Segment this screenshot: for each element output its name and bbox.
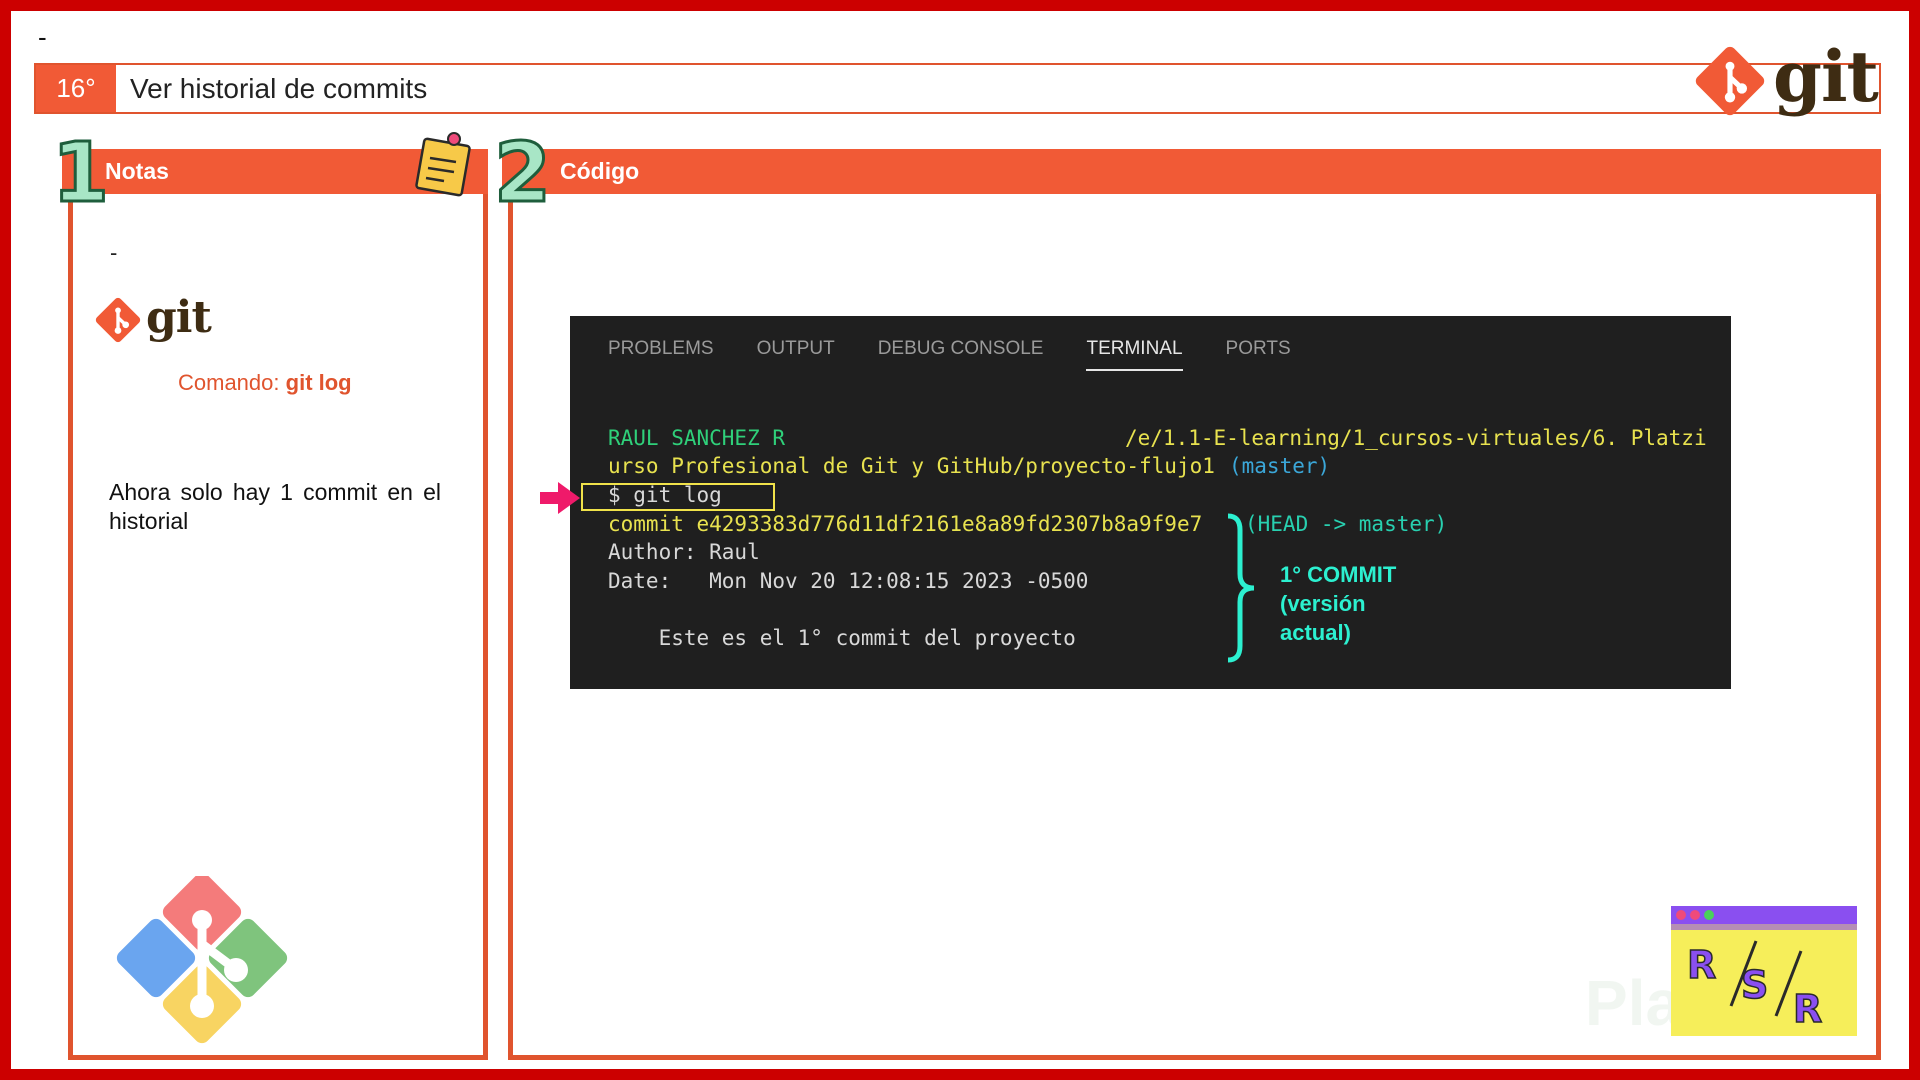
command-label: Comando: git log <box>178 370 352 396</box>
git-diamond-icon <box>1695 46 1765 116</box>
command-value: git log <box>285 370 352 395</box>
rsr-letter-s: S <box>1741 963 1768 1007</box>
sticky-note-icon <box>415 132 471 197</box>
date-line: Date: Mon Nov 20 12:08:15 2023 -0500 <box>608 569 1089 593</box>
commit-hash-line: commit e4293383d776d11df2161e8a89fd2307b… <box>608 512 1203 536</box>
code-index: 2 <box>492 125 552 223</box>
pink-arrow-icon <box>540 482 580 514</box>
annotation-line-3: actual) <box>1280 620 1351 645</box>
top-dash: - <box>38 22 47 52</box>
tab-terminal[interactable]: TERMINAL <box>1086 338 1183 371</box>
prompt-user: RAUL SANCHEZ R <box>608 426 786 450</box>
notes-title: Notas <box>105 158 169 184</box>
command-prefix: Comando: <box>178 370 280 395</box>
rsr-badge-icon: R S R <box>1671 906 1857 1036</box>
rsr-badge: R S R <box>1671 906 1857 1036</box>
curly-brace-icon <box>1227 513 1255 663</box>
slide-number: 16° <box>36 65 116 112</box>
git-colorful-logo-icon <box>116 876 288 1044</box>
git-wordmark: git <box>1773 34 1879 118</box>
git-logo-notes: git <box>94 292 212 344</box>
prompt-path-cont: urso Profesional de Git y GitHub/proyect… <box>608 454 1215 478</box>
tab-ports[interactable]: PORTS <box>1226 338 1291 371</box>
code-header: Código <box>502 149 1881 194</box>
annotation-line-2: (versión <box>1280 591 1366 616</box>
rsr-letter-r1: R <box>1687 943 1716 987</box>
git-diamond-icon <box>95 297 141 343</box>
tab-output[interactable]: OUTPUT <box>757 338 835 371</box>
git-wordmark: git <box>146 291 212 343</box>
notes-body: Ahora solo hay 1 commit en el historial <box>109 479 441 534</box>
commit-annotation: 1° COMMIT (versión actual) <box>1280 560 1396 647</box>
annotation-line-1: 1° COMMIT <box>1280 562 1397 587</box>
git-logo-header: git <box>1693 35 1879 118</box>
prompt-branch: (master) <box>1229 454 1331 478</box>
rsr-letter-r2: R <box>1793 987 1822 1031</box>
tab-debug-console[interactable]: DEBUG CONSOLE <box>878 338 1044 371</box>
notes-index: 1 <box>50 125 110 223</box>
prompt-path: /e/1.1-E-learning/1_cursos-virtuales/6. … <box>1125 426 1707 450</box>
notes-dash: - <box>110 240 118 265</box>
commit-ref: (HEAD -> master) <box>1245 512 1448 536</box>
commit-message: Este es el 1° commit del proyecto <box>608 626 1076 650</box>
tab-problems[interactable]: PROBLEMS <box>608 338 714 371</box>
code-title: Código <box>560 158 640 184</box>
terminal-tabs: PROBLEMS OUTPUT DEBUG CONSOLE TERMINAL P… <box>608 338 1334 371</box>
command-highlight-box <box>581 483 775 511</box>
author-line: Author: Raul <box>608 540 760 564</box>
slide-header: 16° Ver historial de commits <box>34 63 1881 114</box>
slide-title: Ver historial de commits <box>130 73 428 104</box>
